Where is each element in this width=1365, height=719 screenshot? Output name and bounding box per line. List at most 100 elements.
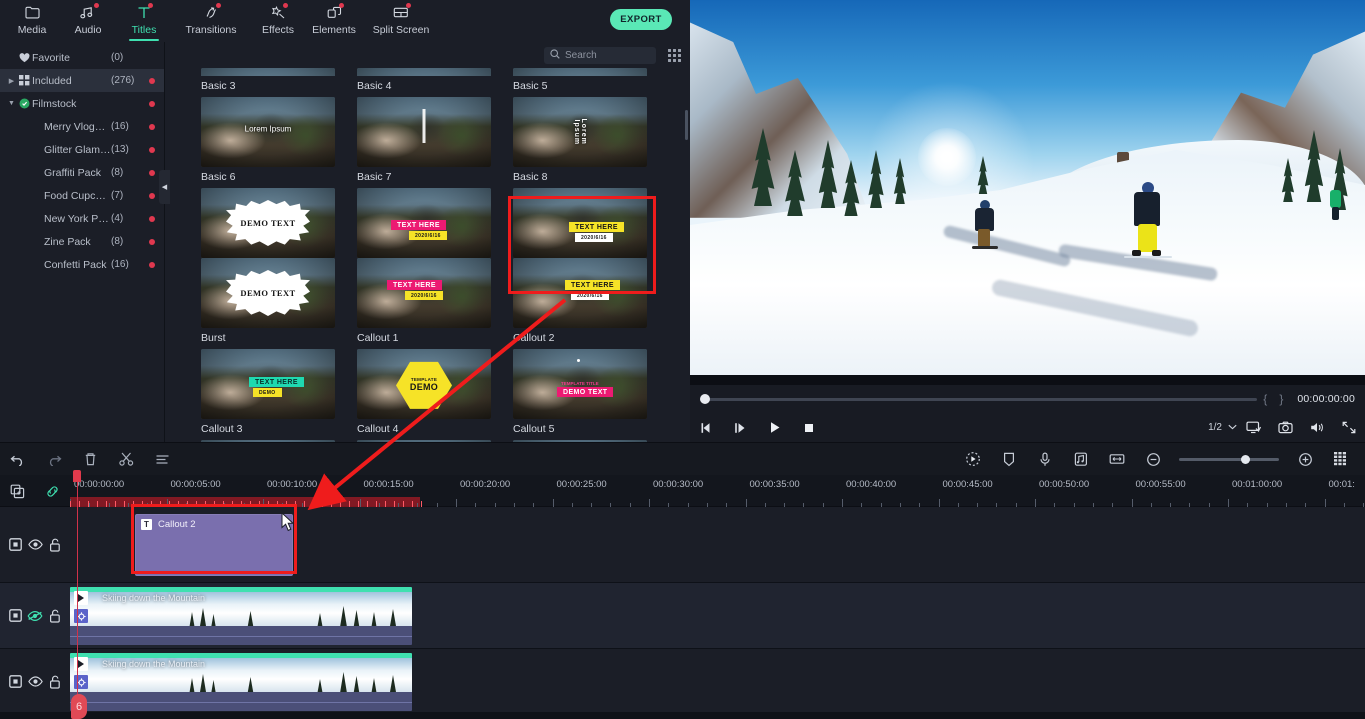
properties-button[interactable] <box>144 443 180 475</box>
timeline-zoom-slider[interactable] <box>1179 454 1279 464</box>
link-toggle-button[interactable] <box>35 475 70 507</box>
sidebar-item-food-cupcake-pack[interactable]: Food Cupcake P... (7) <box>0 184 164 207</box>
template-thumbnail[interactable]: TEXT HERE 2020/6/16 <box>357 188 491 258</box>
mark-out-button[interactable]: } <box>1279 392 1283 406</box>
playhead-handle[interactable] <box>73 470 81 482</box>
library-cell-basic3[interactable]: Basic 3 Lorem Ipsum <box>201 76 335 167</box>
stop-button[interactable] <box>792 413 826 442</box>
library-cell-basic5[interactable]: Basic 5 Lorem Ipsum <box>513 76 647 167</box>
template-thumbnail[interactable]: TEXT HERE 2020/6/16 <box>513 188 647 258</box>
sidebar-item-filmstock[interactable]: ▼ Filmstock <box>0 92 164 115</box>
sidebar-item-zine-pack[interactable]: Zine Pack (8) <box>0 230 164 253</box>
nav-tab-effects[interactable]: Effects <box>250 0 306 42</box>
render-preview-button[interactable] <box>1323 443 1359 475</box>
redo-button[interactable] <box>36 443 72 475</box>
fit-timeline-button[interactable] <box>1099 443 1135 475</box>
chevron-down-icon[interactable]: ▼ <box>6 100 17 107</box>
preview-timecode[interactable]: 00:00:00:00 <box>1297 393 1355 405</box>
sidebar-item-graffiti-pack[interactable]: Graffiti Pack (8) <box>0 161 164 184</box>
library-cell[interactable] <box>513 68 647 76</box>
library-cell[interactable] <box>201 68 335 76</box>
nav-tab-transitions[interactable]: Transitions <box>172 0 250 42</box>
timeline-ruler[interactable]: 00:00:00:00 00:00:05:00 00:00:10:00 00:00:1… <box>70 475 1365 507</box>
library-cell-callout1[interactable]: TEXT HERE 2020/6/16 Callout 1 <box>357 258 491 349</box>
library-cell-basic8[interactable]: Basic 8 TEXT HERE 2020/6/16 <box>513 167 647 258</box>
template-thumbnail[interactable] <box>513 68 647 76</box>
playback-speed-selector[interactable]: 1/2 <box>1208 422 1237 433</box>
unlock-icon[interactable] <box>49 538 61 552</box>
template-thumbnail[interactable] <box>201 68 335 76</box>
template-thumbnail[interactable]: Lorem Ipsum <box>201 97 335 167</box>
audio-detach-button[interactable] <box>1063 443 1099 475</box>
library-scrollbar[interactable] <box>685 110 688 140</box>
template-thumbnail[interactable]: TEXT HERE 2020/6/16 <box>357 258 491 328</box>
track-target-icon[interactable] <box>9 538 22 551</box>
template-thumbnail[interactable]: TEXT HERE 2020/6/16 <box>513 258 647 328</box>
library-cell-callout5[interactable]: TEMPLATE TITLE DEMO TEXT Callout 5 <box>513 349 647 440</box>
library-cell-callout4[interactable]: TEMPLATE DEMO Callout 4 <box>357 349 491 440</box>
grid-view-toggle-button[interactable] <box>666 47 682 63</box>
template-thumbnail[interactable] <box>357 68 491 76</box>
nav-tab-elements[interactable]: Elements <box>306 0 362 42</box>
prev-frame-button[interactable] <box>690 413 724 442</box>
library-cell-basic7[interactable]: Basic 7 TEXT HERE 2020/6/16 <box>357 167 491 258</box>
template-thumbnail[interactable]: Lorem Ipsum <box>513 97 647 167</box>
library-cell-basic4[interactable]: Basic 4 <box>357 76 491 167</box>
library-cell-callout2[interactable]: TEXT HERE 2020/6/16 Callout 2 <box>513 258 647 349</box>
timeline-clip-title[interactable]: T Callout 2 <box>135 514 293 576</box>
template-thumbnail[interactable]: DEMO TEXT <box>201 258 335 328</box>
next-frame-button[interactable] <box>724 413 758 442</box>
nav-tab-split-screen[interactable]: Split Screen <box>362 0 440 42</box>
library-cell[interactable] <box>357 68 491 76</box>
library-cell-callout3[interactable]: TEXT HERE DEMO Callout 3 <box>201 349 335 440</box>
track-target-icon[interactable] <box>9 675 22 688</box>
eye-icon[interactable] <box>27 610 43 622</box>
unlock-icon[interactable] <box>49 609 61 623</box>
display-settings-button[interactable] <box>1237 413 1269 442</box>
track-content[interactable]: T Callout 2 <box>70 507 1365 582</box>
volume-button[interactable] <box>1301 413 1333 442</box>
sidebar-item-favorite[interactable]: Favorite (0) <box>0 46 164 69</box>
track-target-icon[interactable] <box>8 609 22 622</box>
preview-scrubber[interactable] <box>700 394 1258 404</box>
split-button[interactable] <box>108 443 144 475</box>
color-match-button[interactable] <box>955 443 991 475</box>
snapshot-button[interactable] <box>1269 413 1301 442</box>
nav-tab-audio[interactable]: Audio <box>60 0 116 42</box>
zoom-out-button[interactable] <box>1135 443 1171 475</box>
sidebar-item-merry-vlogmas[interactable]: Merry Vlogmas... (16) <box>0 115 164 138</box>
eye-icon[interactable] <box>28 539 43 550</box>
track-content[interactable]: Skiing down the Mountain <box>70 649 1365 714</box>
undo-button[interactable] <box>0 443 36 475</box>
template-thumbnail[interactable]: TEMPLATE TITLE DEMO TEXT <box>513 349 647 419</box>
eye-icon[interactable] <box>28 676 43 687</box>
template-thumbnail[interactable]: TEMPLATE DEMO <box>357 349 491 419</box>
zoom-slider-handle[interactable] <box>1241 454 1250 464</box>
sidebar-item-included[interactable]: ▶ Included (276) <box>0 69 164 92</box>
timeline-clip-video[interactable]: Skiing down the Mountain <box>70 653 412 711</box>
fullscreen-button[interactable] <box>1333 413 1365 442</box>
collapse-sidebar-button[interactable]: ◀ <box>159 170 170 204</box>
playhead-bottom-marker[interactable]: 6 <box>71 694 87 719</box>
play-button[interactable] <box>758 413 792 442</box>
sidebar-item-confetti-pack[interactable]: Confetti Pack (16) <box>0 253 164 276</box>
sidebar-item-new-york-pack[interactable]: New York Pack (4) <box>0 207 164 230</box>
export-button[interactable]: EXPORT <box>610 9 672 30</box>
search-input[interactable]: Search <box>544 46 656 64</box>
template-thumbnail[interactable]: DEMO TEXT <box>201 188 335 258</box>
library-grid-scroll[interactable]: Basic 3 Lorem Ipsum Basic 4 Basic 5 Lore… <box>165 68 690 442</box>
nav-tab-media[interactable]: Media <box>4 0 60 42</box>
sidebar-item-glitter-glamour[interactable]: Glitter Glamour... (13) <box>0 138 164 161</box>
timeline-clip-video[interactable]: Skiing down the Mountain <box>70 587 412 645</box>
nav-tab-titles[interactable]: Titles <box>116 0 172 42</box>
unlock-icon[interactable] <box>49 675 61 689</box>
library-cell-basic6[interactable]: Basic 6 DEMO TEXT <box>201 167 335 258</box>
template-thumbnail[interactable] <box>357 97 491 167</box>
voiceover-button[interactable] <box>1027 443 1063 475</box>
video-preview[interactable] <box>690 0 1365 385</box>
chevron-right-icon[interactable]: ▶ <box>6 77 17 85</box>
duplicate-track-button[interactable] <box>0 475 35 507</box>
scrubber-handle[interactable] <box>700 394 710 404</box>
library-cell-burst[interactable]: DEMO TEXT Burst <box>201 258 335 349</box>
track-content[interactable]: Skiing down the Mountain <box>70 583 1365 648</box>
